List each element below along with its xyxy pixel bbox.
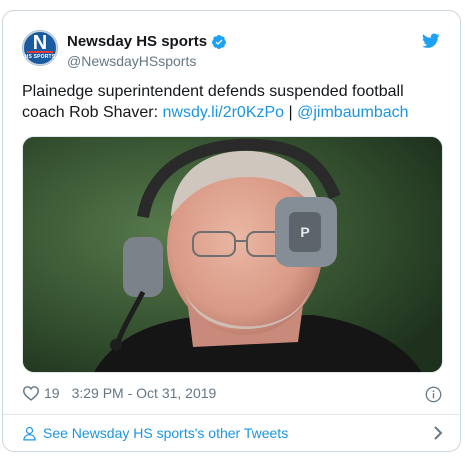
coach-photo-illustration: P xyxy=(23,137,442,372)
heart-icon[interactable] xyxy=(22,385,40,401)
svg-text:P: P xyxy=(300,224,309,240)
twitter-bird-icon[interactable] xyxy=(422,33,440,49)
tweet-photo[interactable]: P xyxy=(22,136,443,373)
see-other-tweets-link[interactable]: See Newsday HS sports's other Tweets xyxy=(22,422,443,444)
tweet-meta: 19 3:29 PM - Oct 31, 2019 xyxy=(22,385,216,401)
author-name-row: Newsday HS sports xyxy=(67,33,227,50)
info-icon[interactable] xyxy=(425,386,442,403)
tweet-mention[interactable]: @jimbaumbach xyxy=(297,104,408,121)
author-avatar[interactable]: N HS SPORTS xyxy=(22,30,58,66)
person-icon xyxy=(23,426,36,440)
verified-badge-icon xyxy=(212,34,227,49)
author-handle[interactable]: @NewsdayHSsports xyxy=(67,53,196,69)
tweet-separator: | xyxy=(284,104,298,121)
author-name[interactable]: Newsday HS sports xyxy=(67,33,207,50)
see-other-tweets-label[interactable]: See Newsday HS sports's other Tweets xyxy=(43,425,288,441)
tweet-card: N HS SPORTS Newsday HS sports @NewsdayHS… xyxy=(2,10,461,452)
like-count[interactable]: 19 xyxy=(44,385,60,401)
chevron-right-icon[interactable] xyxy=(433,426,443,440)
footer-divider xyxy=(3,414,460,415)
avatar-logo-subtext: HS SPORTS xyxy=(24,54,56,60)
tweet-timestamp[interactable]: 3:29 PM - Oct 31, 2019 xyxy=(72,385,217,401)
tweet-link[interactable]: nwsdy.li/2r0KzPo xyxy=(163,104,285,121)
tweet-text: Plainedge superintendent defends suspend… xyxy=(22,81,442,123)
avatar-logo-bar xyxy=(27,51,53,53)
